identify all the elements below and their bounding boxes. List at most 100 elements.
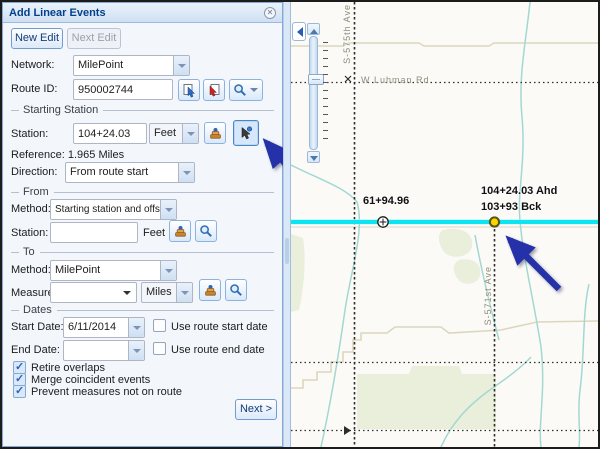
red-pointer-page-icon [207, 83, 222, 98]
calendar-dropdown-icon[interactable] [128, 318, 144, 337]
map-canvas[interactable]: 61+94.96 104+24.03 Ahd 103+93 Bck W Luhm… [291, 2, 598, 447]
from-station-locate-button[interactable] [169, 220, 191, 242]
to-method-select[interactable]: MilePoint [50, 260, 177, 281]
select-route-on-map-button[interactable] [178, 79, 200, 101]
end-date-label: End Date: [11, 344, 60, 356]
measure-instrument-icon [203, 283, 218, 298]
zoom-slider-track[interactable] [309, 36, 318, 150]
chevron-down-icon[interactable] [178, 163, 194, 182]
use-route-end-date-checkbox[interactable] [153, 342, 166, 355]
station-unit-value: Feet [154, 127, 176, 139]
zoom-in-button[interactable] [307, 23, 320, 35]
application-window: Add Linear Events ✕ New Edit Next Edit N… [0, 0, 600, 449]
to-measure-locate-button[interactable] [199, 279, 221, 301]
station-label: Station: [11, 128, 48, 140]
new-edit-button[interactable]: New Edit [11, 28, 63, 49]
map-artwork [291, 2, 598, 447]
road-label-vertical-top: S-575th Ave [342, 4, 352, 64]
road-label-w-luhman-rd: W Luhman Rd [361, 75, 430, 85]
use-route-end-date-label: Use route end date [171, 344, 265, 356]
start-date-label: Start Date: [11, 321, 64, 333]
to-separator: To [11, 246, 274, 258]
from-station-label: Station: [11, 227, 48, 239]
route-highlight [291, 220, 598, 224]
network-select[interactable]: MilePoint [73, 55, 190, 76]
use-route-start-date-label: Use route start date [171, 321, 268, 333]
zoom-slider-ticks [323, 42, 328, 139]
measure-combo[interactable] [50, 282, 137, 303]
direction-select[interactable]: From route start [65, 162, 195, 183]
selected-station-marker [490, 217, 499, 226]
retire-overlaps-label: Retire overlaps [31, 362, 105, 374]
measure-instrument-icon [173, 224, 188, 239]
dates-separator: Dates [11, 304, 274, 316]
collapse-panel-button[interactable] [292, 22, 306, 41]
chevron-down-icon[interactable] [176, 283, 192, 302]
dates-legend: Dates [23, 304, 52, 316]
clear-route-selection-button[interactable] [203, 79, 225, 101]
panel-header: Add Linear Events ✕ [3, 3, 282, 23]
from-station-unit: Feet [143, 227, 165, 239]
route-id-label: Route ID: [11, 83, 57, 95]
to-method-value: MilePoint [55, 264, 100, 276]
from-separator: From [11, 186, 274, 198]
next-button[interactable]: Next > [235, 399, 277, 420]
zoom-slider-thumb[interactable] [308, 74, 324, 85]
zoom-slider[interactable] [307, 23, 329, 165]
chevron-down-icon[interactable] [160, 261, 176, 280]
prevent-measures-checkbox[interactable] [13, 385, 26, 398]
starting-station-separator: Starting Station [11, 104, 274, 116]
annotation-arrow [510, 240, 559, 289]
to-legend: To [23, 246, 35, 258]
panel-title: Add Linear Events [9, 7, 264, 19]
road-label-vertical-bottom: S-571st Ave [483, 266, 493, 325]
splitter-handle-icon [285, 238, 289, 264]
selected-station-ahead-label: 104+24.03 Ahd [481, 185, 557, 197]
start-date-picker[interactable]: 6/11/2014 [63, 317, 145, 338]
measure-unit-select[interactable]: Miles [141, 282, 193, 303]
reference-text: Reference: 1.965 Miles [11, 149, 124, 161]
selected-station-back-label: 103+93 Bck [481, 201, 541, 213]
starting-station-legend: Starting Station [23, 104, 98, 116]
prevent-measures-label: Prevent measures not on route [31, 386, 182, 398]
measure-instrument-icon [208, 126, 223, 141]
direction-value: From route start [70, 166, 148, 178]
close-icon[interactable]: ✕ [264, 7, 276, 19]
direction-label: Direction: [11, 166, 57, 178]
network-value: MilePoint [78, 59, 123, 71]
chevron-down-icon[interactable] [182, 124, 198, 143]
magnifier-icon [199, 224, 213, 238]
from-station-search-button[interactable] [195, 220, 217, 242]
chevron-down-icon[interactable] [160, 200, 176, 219]
point-event-marker [378, 217, 388, 227]
route-search-split-button[interactable] [229, 79, 263, 101]
station-locate-button[interactable] [204, 122, 226, 144]
section-line-arrow-icon [344, 426, 351, 435]
magnifier-icon [233, 83, 247, 97]
next-edit-button: Next Edit [67, 28, 121, 49]
route-id-input[interactable] [73, 79, 173, 100]
from-station-input[interactable] [50, 222, 138, 243]
chevron-down-icon[interactable] [123, 291, 131, 299]
from-method-label: Method: [11, 203, 51, 215]
start-date-value: 6/11/2014 [68, 321, 116, 333]
from-method-value: Starting station and offset [55, 204, 168, 215]
zoom-out-button[interactable] [307, 151, 320, 163]
from-method-select[interactable]: Starting station and offset [50, 199, 177, 220]
network-label: Network: [11, 59, 54, 71]
calendar-dropdown-icon[interactable] [128, 341, 144, 360]
road-lines [291, 43, 598, 388]
panel-map-splitter[interactable] [283, 2, 291, 447]
magnifier-icon [229, 283, 243, 297]
blue-pointer-page-icon [182, 83, 197, 98]
station-input[interactable] [73, 123, 147, 144]
point-event-label: 61+94.96 [363, 195, 409, 207]
station-unit-select[interactable]: Feet [149, 123, 199, 144]
to-measure-search-button[interactable] [225, 279, 247, 301]
chevron-down-icon[interactable] [173, 56, 189, 75]
use-route-start-date-checkbox[interactable] [153, 319, 166, 332]
from-legend: From [23, 186, 49, 198]
measure-unit-value: Miles [146, 286, 172, 298]
end-date-picker[interactable] [63, 340, 145, 361]
merge-coincident-events-label: Merge coincident events [31, 374, 150, 386]
